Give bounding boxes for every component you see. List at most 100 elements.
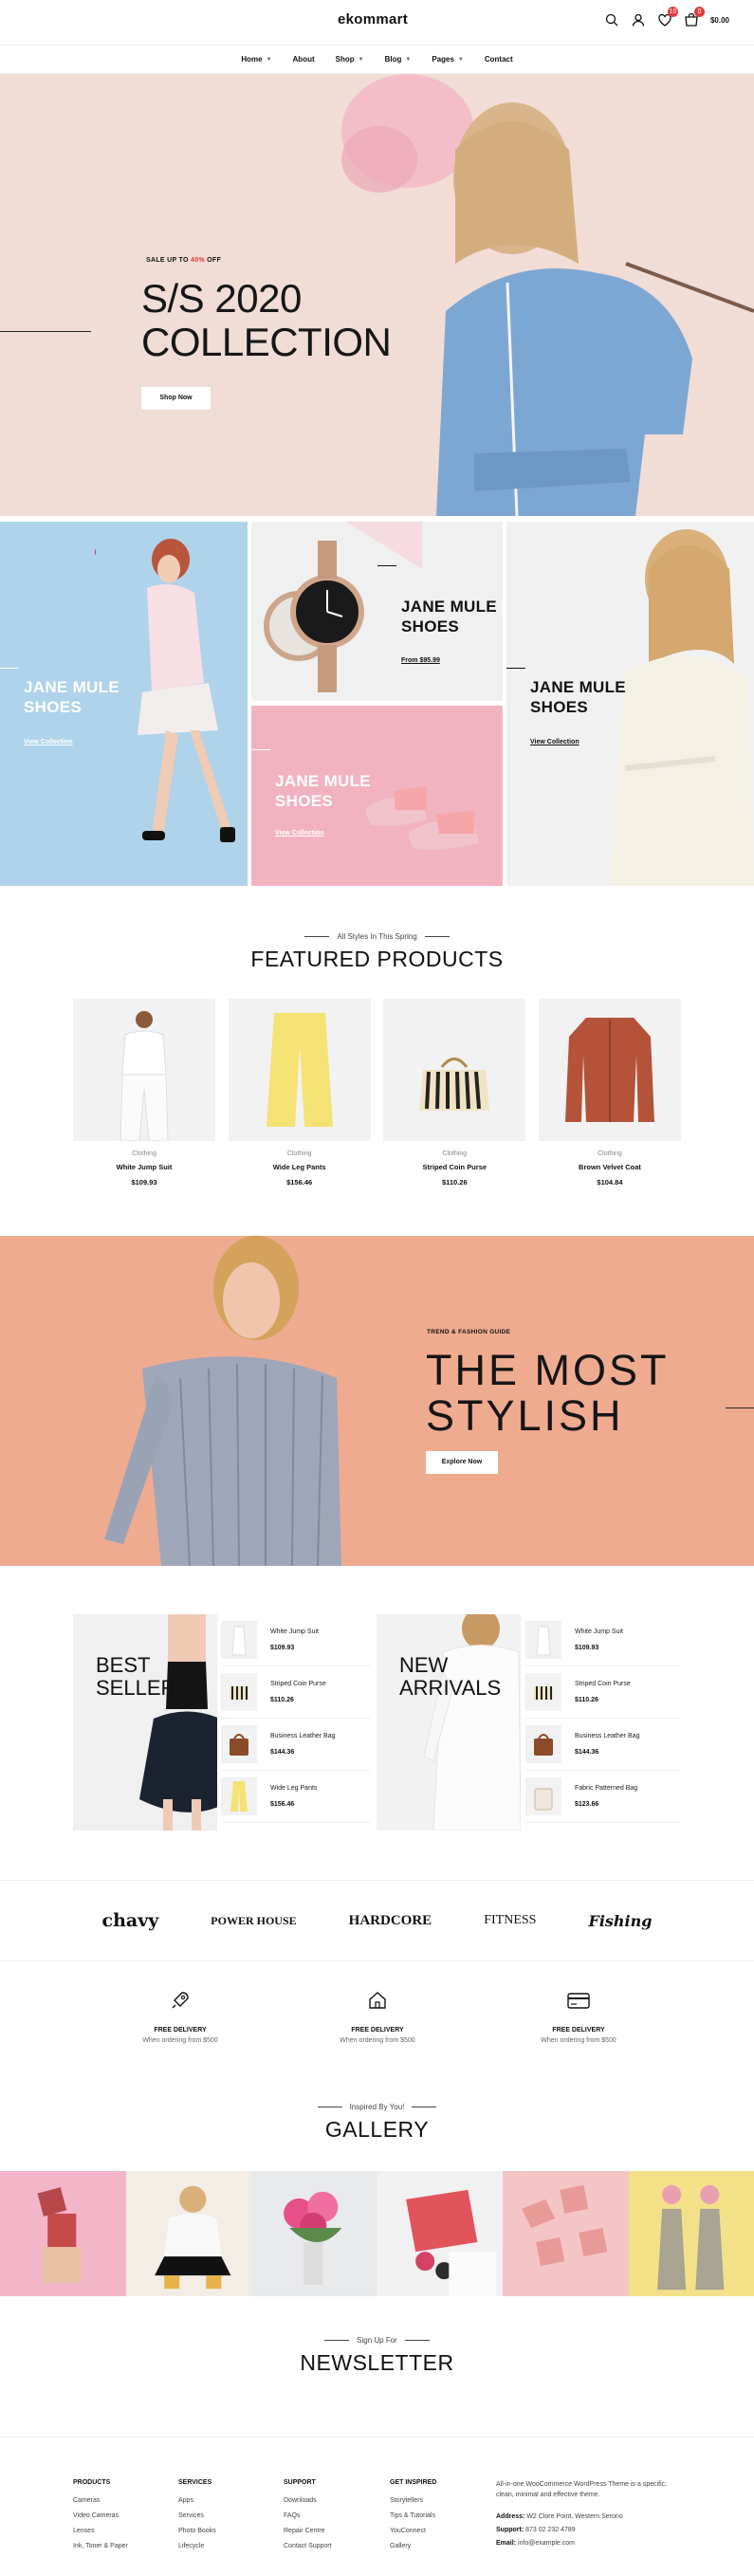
list-item[interactable]: Fabric Patterned Bag $123.66 [525, 1771, 681, 1823]
list-item[interactable]: Business Leather Bag $144.36 [221, 1719, 370, 1771]
product-thumb[interactable] [525, 1725, 561, 1763]
product-name[interactable]: Business Leather Bag [575, 1733, 640, 1739]
best-seller-banner[interactable]: BEST SELLER [73, 1614, 217, 1831]
footer-link[interactable]: Contact Support [284, 2543, 332, 2549]
gallery-image[interactable] [0, 2171, 126, 2296]
gallery-image[interactable] [628, 2171, 754, 2296]
hero-title: S/S 2020 COLLECTION [141, 277, 392, 364]
product-card[interactable]: Clothing Striped Coin Purse $110.26 [383, 999, 526, 1188]
brand-logo-chavy[interactable]: chavy [102, 1910, 159, 1931]
brand-logo-hardcore[interactable]: HARDCORE [349, 1913, 432, 1929]
footer-link[interactable]: Lifecycle [178, 2543, 216, 2549]
nav-item-about[interactable]: About [293, 55, 315, 64]
nav-item-shop[interactable]: Shop ▼ [336, 55, 364, 64]
footer-link[interactable]: Ink, Toner & Paper [73, 2543, 128, 2549]
product-thumb[interactable] [525, 1621, 561, 1659]
category-tile-3[interactable]: JANE MULE SHOES View Collection [251, 706, 503, 886]
list-item[interactable]: White Jump Suit $109.93 [221, 1614, 370, 1666]
footer-link[interactable]: Lenses [73, 2528, 128, 2534]
product-name[interactable]: White Jump Suit [270, 1628, 319, 1635]
view-collection-link[interactable]: View Collection [24, 739, 73, 745]
header-icons: 10 0 $0.00 [604, 7, 729, 28]
footer-link[interactable]: Downloads [284, 2497, 332, 2504]
product-category[interactable]: Clothing [229, 1150, 371, 1157]
list-item[interactable]: Striped Coin Purse $110.26 [525, 1666, 681, 1719]
product-name[interactable]: White Jump Suit [73, 1163, 215, 1171]
footer-link[interactable]: Apps [178, 2497, 216, 2504]
nav-item-contact[interactable]: Contact [485, 55, 513, 64]
support-value[interactable]: 873 02 232 4789 [525, 2527, 576, 2533]
nav-item-home[interactable]: Home ▼ [241, 55, 271, 64]
footer-link[interactable]: Gallery [390, 2543, 436, 2549]
list-item[interactable]: White Jump Suit $109.93 [525, 1614, 681, 1666]
product-name[interactable]: Striped Coin Purse [575, 1681, 631, 1687]
list-item[interactable]: Business Leather Bag $144.36 [525, 1719, 681, 1771]
best-seller-image [139, 1614, 217, 1831]
gallery-image[interactable] [251, 2171, 377, 2296]
product-thumb[interactable] [221, 1673, 257, 1711]
view-collection-link[interactable]: View Collection [530, 739, 579, 745]
footer-link[interactable]: Repair Centre [284, 2528, 332, 2534]
product-card[interactable]: Clothing White Jump Suit $109.93 [73, 999, 215, 1188]
home-icon [369, 1992, 386, 2009]
product-name[interactable]: Striped Coin Purse [383, 1163, 525, 1171]
footer-link[interactable]: FAQs [284, 2512, 332, 2519]
product-name[interactable]: White Jump Suit [575, 1628, 623, 1635]
list-item[interactable]: Striped Coin Purse $110.26 [221, 1666, 370, 1719]
category-tile-2[interactable]: JANE MULE SHOES From $95.99 [251, 522, 503, 701]
product-category[interactable]: Clothing [73, 1150, 215, 1157]
gallery-image[interactable] [125, 2171, 251, 2296]
product-category[interactable]: Clothing [383, 1150, 525, 1157]
category-tile-4[interactable]: JANE MULE SHOES View Collection [506, 522, 754, 886]
footer-link[interactable]: Photo Books [178, 2528, 216, 2534]
account-icon[interactable] [631, 12, 646, 28]
cart-total[interactable]: $0.00 [710, 16, 729, 25]
brand-logo-fitness[interactable]: FITNESS [484, 1913, 536, 1928]
product-name[interactable]: Business Leather Bag [270, 1733, 336, 1739]
cart-icon[interactable]: 0 [684, 7, 705, 28]
product-image[interactable] [383, 999, 526, 1141]
gallery-image[interactable] [503, 2171, 629, 2296]
nav-item-blog[interactable]: Blog ▼ [385, 55, 412, 64]
product-thumb[interactable] [525, 1777, 561, 1815]
footer-link[interactable]: Storytellers [390, 2497, 436, 2504]
product-thumb[interactable] [221, 1725, 257, 1763]
price-link[interactable]: From $95.99 [401, 657, 440, 664]
view-collection-link[interactable]: View Collection [275, 830, 324, 837]
nav-item-pages[interactable]: Pages ▼ [432, 55, 464, 64]
footer-link[interactable]: Services [178, 2512, 216, 2519]
product-image[interactable] [538, 999, 681, 1141]
product-thumb[interactable] [525, 1673, 561, 1711]
card-icon [567, 1993, 590, 2009]
wishlist-icon[interactable]: 10 [657, 7, 678, 28]
explore-now-button[interactable]: Explore Now [426, 1451, 498, 1474]
product-name[interactable]: Wide Leg Pants [229, 1163, 371, 1171]
feature-item: FREE DELIVERY When ordering from $500 [85, 1990, 275, 2044]
product-image[interactable] [228, 999, 371, 1141]
product-card[interactable]: Clothing Brown Velvet Coat $104.84 [538, 999, 681, 1188]
product-name[interactable]: Wide Leg Pants [270, 1785, 317, 1792]
search-icon[interactable] [604, 12, 619, 28]
product-thumb[interactable] [221, 1777, 257, 1815]
category-tile-1[interactable]: JANE MULE SHOES View Collection [0, 522, 248, 886]
product-thumb[interactable] [221, 1621, 257, 1659]
footer-link[interactable]: Video Cameras [73, 2512, 128, 2519]
brand-logo-power-house[interactable]: POWER HOUSE [211, 1914, 296, 1928]
site-logo[interactable]: ekommart [338, 11, 408, 28]
product-card[interactable]: Clothing Wide Leg Pants $156.46 [228, 999, 371, 1188]
brand-logo-fishing[interactable]: Fishing [588, 1912, 652, 1930]
hero-divider [0, 331, 91, 332]
list-item[interactable]: Wide Leg Pants $156.46 [221, 1771, 370, 1823]
gallery-image[interactable] [377, 2171, 503, 2296]
product-name[interactable]: Fabric Patterned Bag [575, 1785, 637, 1792]
footer-link[interactable]: Cameras [73, 2497, 128, 2504]
shop-now-button[interactable]: Shop Now [141, 387, 211, 410]
footer-link[interactable]: Tips & Tutorials [390, 2512, 436, 2519]
email-value[interactable]: info@example.com [518, 2540, 575, 2547]
product-name[interactable]: Brown Velvet Coat [539, 1163, 681, 1171]
new-arrivals-banner[interactable]: NEW ARRIVALS [377, 1614, 521, 1831]
product-image[interactable] [73, 999, 215, 1141]
product-category[interactable]: Clothing [539, 1150, 681, 1157]
product-name[interactable]: Striped Coin Purse [270, 1681, 326, 1687]
footer-link[interactable]: YouConnect [390, 2528, 436, 2534]
